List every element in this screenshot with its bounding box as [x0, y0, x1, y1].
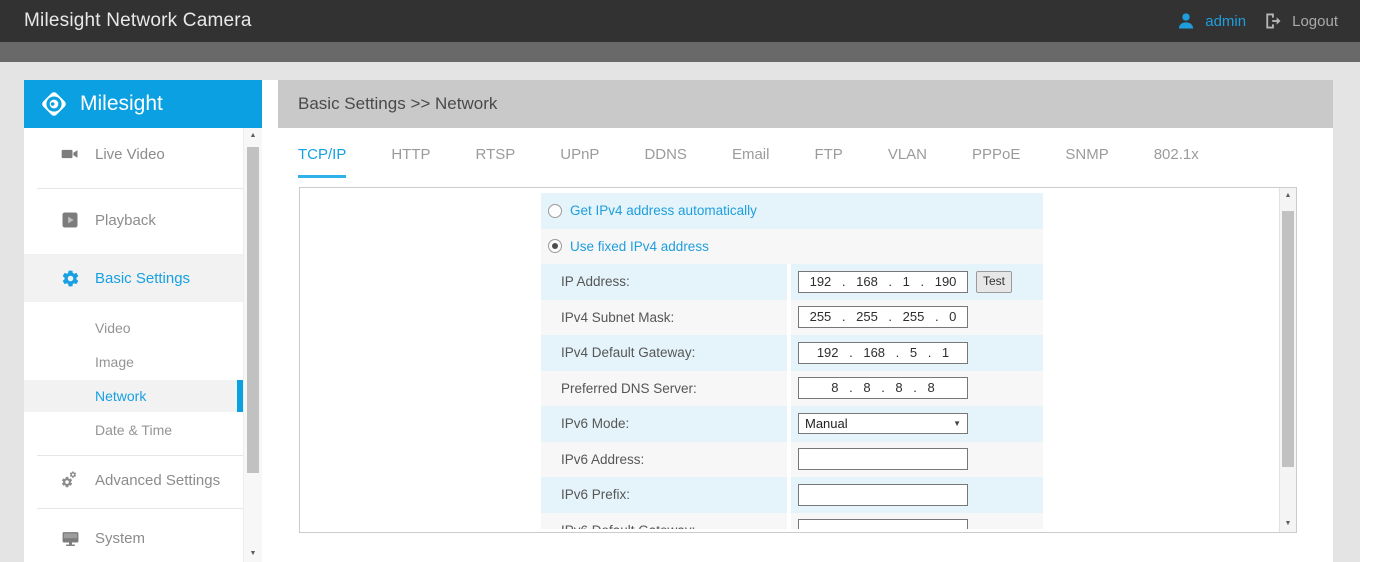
tab-8021x[interactable]: 802.1x [1154, 146, 1199, 178]
dropdown-arrow-icon: ▼ [953, 419, 961, 428]
ip-address-input[interactable]: 192 . 168 . 1 . 190 [798, 271, 968, 293]
sidebar-scrollbar-thumb[interactable] [247, 147, 259, 473]
logged-in-user[interactable]: admin [1205, 13, 1246, 30]
sidebar-item-advanced-settings[interactable]: Advanced Settings [24, 458, 243, 502]
form-row-dns-server: Preferred DNS Server: 8 . 8 . 8 . 8 [541, 371, 1043, 407]
panel-scrollbar[interactable]: ▲ ▼ [1279, 188, 1296, 532]
brand-name: Milesight [80, 92, 163, 116]
sidebar-subitem-label: Image [95, 354, 134, 370]
sidebar-item-system[interactable]: System [24, 516, 243, 560]
field-label: IPv6 Prefix: [561, 487, 630, 502]
form-row-ip-address: IP Address: 192 . 168 . 1 . 190 Test [541, 264, 1043, 300]
test-button[interactable]: Test [976, 271, 1012, 293]
sidebar-subitem-label: Date & Time [95, 422, 172, 438]
window-right-margin [1360, 0, 1373, 562]
field-label: Preferred DNS Server: [561, 381, 697, 396]
sidebar-item-label: Advanced Settings [95, 472, 220, 489]
logout-button[interactable]: Logout [1292, 13, 1338, 30]
tab-ddns[interactable]: DDNS [644, 146, 687, 178]
gears-icon [60, 470, 80, 490]
logout-icon[interactable] [1263, 11, 1283, 31]
default-gateway-input[interactable]: 192 . 168 . 5 . 1 [798, 342, 968, 364]
sidebar-divider [37, 188, 243, 189]
gear-icon [60, 268, 80, 288]
form-rows: Get IPv4 address automatically Use fixed… [541, 193, 1043, 529]
form-row-ipv6-mode: IPv6 Mode: Manual ▼ [541, 406, 1043, 442]
field-label: IPv4 Default Gateway: [561, 345, 695, 360]
monitor-icon [60, 528, 80, 548]
play-icon [60, 210, 80, 230]
tcpip-settings-panel: Get IPv4 address automatically Use fixed… [299, 187, 1297, 533]
sidebar-item-label: Basic Settings [95, 270, 190, 287]
form-row-ipv6-address: IPv6 Address: [541, 442, 1043, 478]
sidebar-divider [37, 508, 243, 509]
form-row-ipv6-prefix: IPv6 Prefix: [541, 477, 1043, 513]
panel-scrollbar-thumb[interactable] [1282, 211, 1294, 467]
sidebar-item-playback[interactable]: Playback [24, 198, 243, 242]
sidebar-subitem-network[interactable]: Network [24, 380, 243, 412]
tab-rtsp[interactable]: RTSP [476, 146, 516, 178]
ipv6-address-input[interactable] [798, 448, 968, 470]
sidebar-subitem-date-time[interactable]: Date & Time [24, 414, 243, 446]
user-cluster: admin Logout [1176, 0, 1338, 42]
tab-upnp[interactable]: UPnP [560, 146, 599, 178]
network-tabs: TCP/IP HTTP RTSP UPnP DDNS Email FTP VLA… [298, 146, 1199, 178]
breadcrumb-bar: Basic Settings >> Network [278, 80, 1333, 128]
field-label: IPv6 Address: [561, 452, 644, 467]
sidebar: Milesight Live Video Playback Basic S [24, 80, 262, 562]
ipv6-mode-select[interactable]: Manual ▼ [798, 413, 968, 434]
sidebar-subitem-label: Network [95, 388, 146, 404]
radio-get-ipv4-automatically[interactable] [548, 204, 562, 218]
sidebar-item-basic-settings[interactable]: Basic Settings [24, 254, 243, 302]
ipv6-prefix-input[interactable] [798, 484, 968, 506]
milesight-logo-icon [37, 87, 71, 121]
sidebar-subitem-image[interactable]: Image [24, 346, 243, 378]
radio-label[interactable]: Get IPv4 address automatically [570, 203, 757, 218]
tab-email[interactable]: Email [732, 146, 770, 178]
field-label: IPv4 Subnet Mask: [561, 310, 674, 325]
form-row-ipv4-auto: Get IPv4 address automatically [541, 193, 1043, 229]
breadcrumb: Basic Settings >> Network [298, 94, 497, 114]
dns-server-input[interactable]: 8 . 8 . 8 . 8 [798, 377, 968, 399]
tab-pppoe[interactable]: PPPoE [972, 146, 1020, 178]
scroll-up-arrow-icon[interactable]: ▲ [1280, 188, 1296, 204]
app-title: Milesight Network Camera [24, 0, 252, 42]
screenshot-root: Milesight Network Camera admin Logout [0, 0, 1373, 562]
top-bar: Milesight Network Camera admin Logout [0, 0, 1360, 42]
field-label: IP Address: [561, 274, 630, 289]
selected-option: Manual [805, 416, 848, 431]
tab-snmp[interactable]: SNMP [1065, 146, 1108, 178]
user-icon [1176, 11, 1196, 31]
field-label: IPv6 Mode: [561, 416, 629, 431]
ipv6-gateway-input[interactable] [798, 519, 968, 529]
sidebar-divider [37, 455, 243, 456]
tab-http[interactable]: HTTP [391, 146, 430, 178]
scroll-down-arrow-icon[interactable]: ▼ [244, 546, 262, 562]
sidebar-scrollbar[interactable]: ▲ ▼ [243, 128, 262, 562]
form-row-ipv4-fixed: Use fixed IPv4 address [541, 229, 1043, 265]
video-camera-icon [60, 144, 80, 164]
sidebar-item-label: Live Video [95, 146, 165, 163]
sidebar-item-label: System [95, 530, 145, 547]
subnet-mask-input[interactable]: 255 . 255 . 255 . 0 [798, 306, 968, 328]
secondary-bar [0, 42, 1360, 62]
sidebar-subitem-label: Video [95, 320, 131, 336]
form-row-default-gateway: IPv4 Default Gateway: 192 . 168 . 5 . 1 [541, 335, 1043, 371]
radio-use-fixed-ipv4[interactable] [548, 239, 562, 253]
brand-logo: Milesight [24, 80, 262, 128]
form-row-ipv6-gateway: IPv6 Default Gateway: [541, 513, 1043, 530]
sidebar-subitem-video[interactable]: Video [24, 312, 243, 344]
scroll-down-arrow-icon[interactable]: ▼ [1280, 516, 1296, 532]
form-row-subnet-mask: IPv4 Subnet Mask: 255 . 255 . 255 . 0 [541, 300, 1043, 336]
scroll-up-arrow-icon[interactable]: ▲ [244, 128, 262, 144]
sidebar-item-label: Playback [95, 212, 156, 229]
tab-vlan[interactable]: VLAN [888, 146, 927, 178]
main-content: Basic Settings >> Network TCP/IP HTTP RT… [262, 80, 1333, 562]
radio-label[interactable]: Use fixed IPv4 address [570, 239, 709, 254]
sidebar-item-live-video[interactable]: Live Video [24, 132, 243, 176]
app-window: Milesight Network Camera admin Logout [0, 0, 1360, 562]
tab-ftp[interactable]: FTP [814, 146, 842, 178]
field-label: IPv6 Default Gateway: [561, 523, 695, 529]
tab-tcpip[interactable]: TCP/IP [298, 146, 346, 178]
